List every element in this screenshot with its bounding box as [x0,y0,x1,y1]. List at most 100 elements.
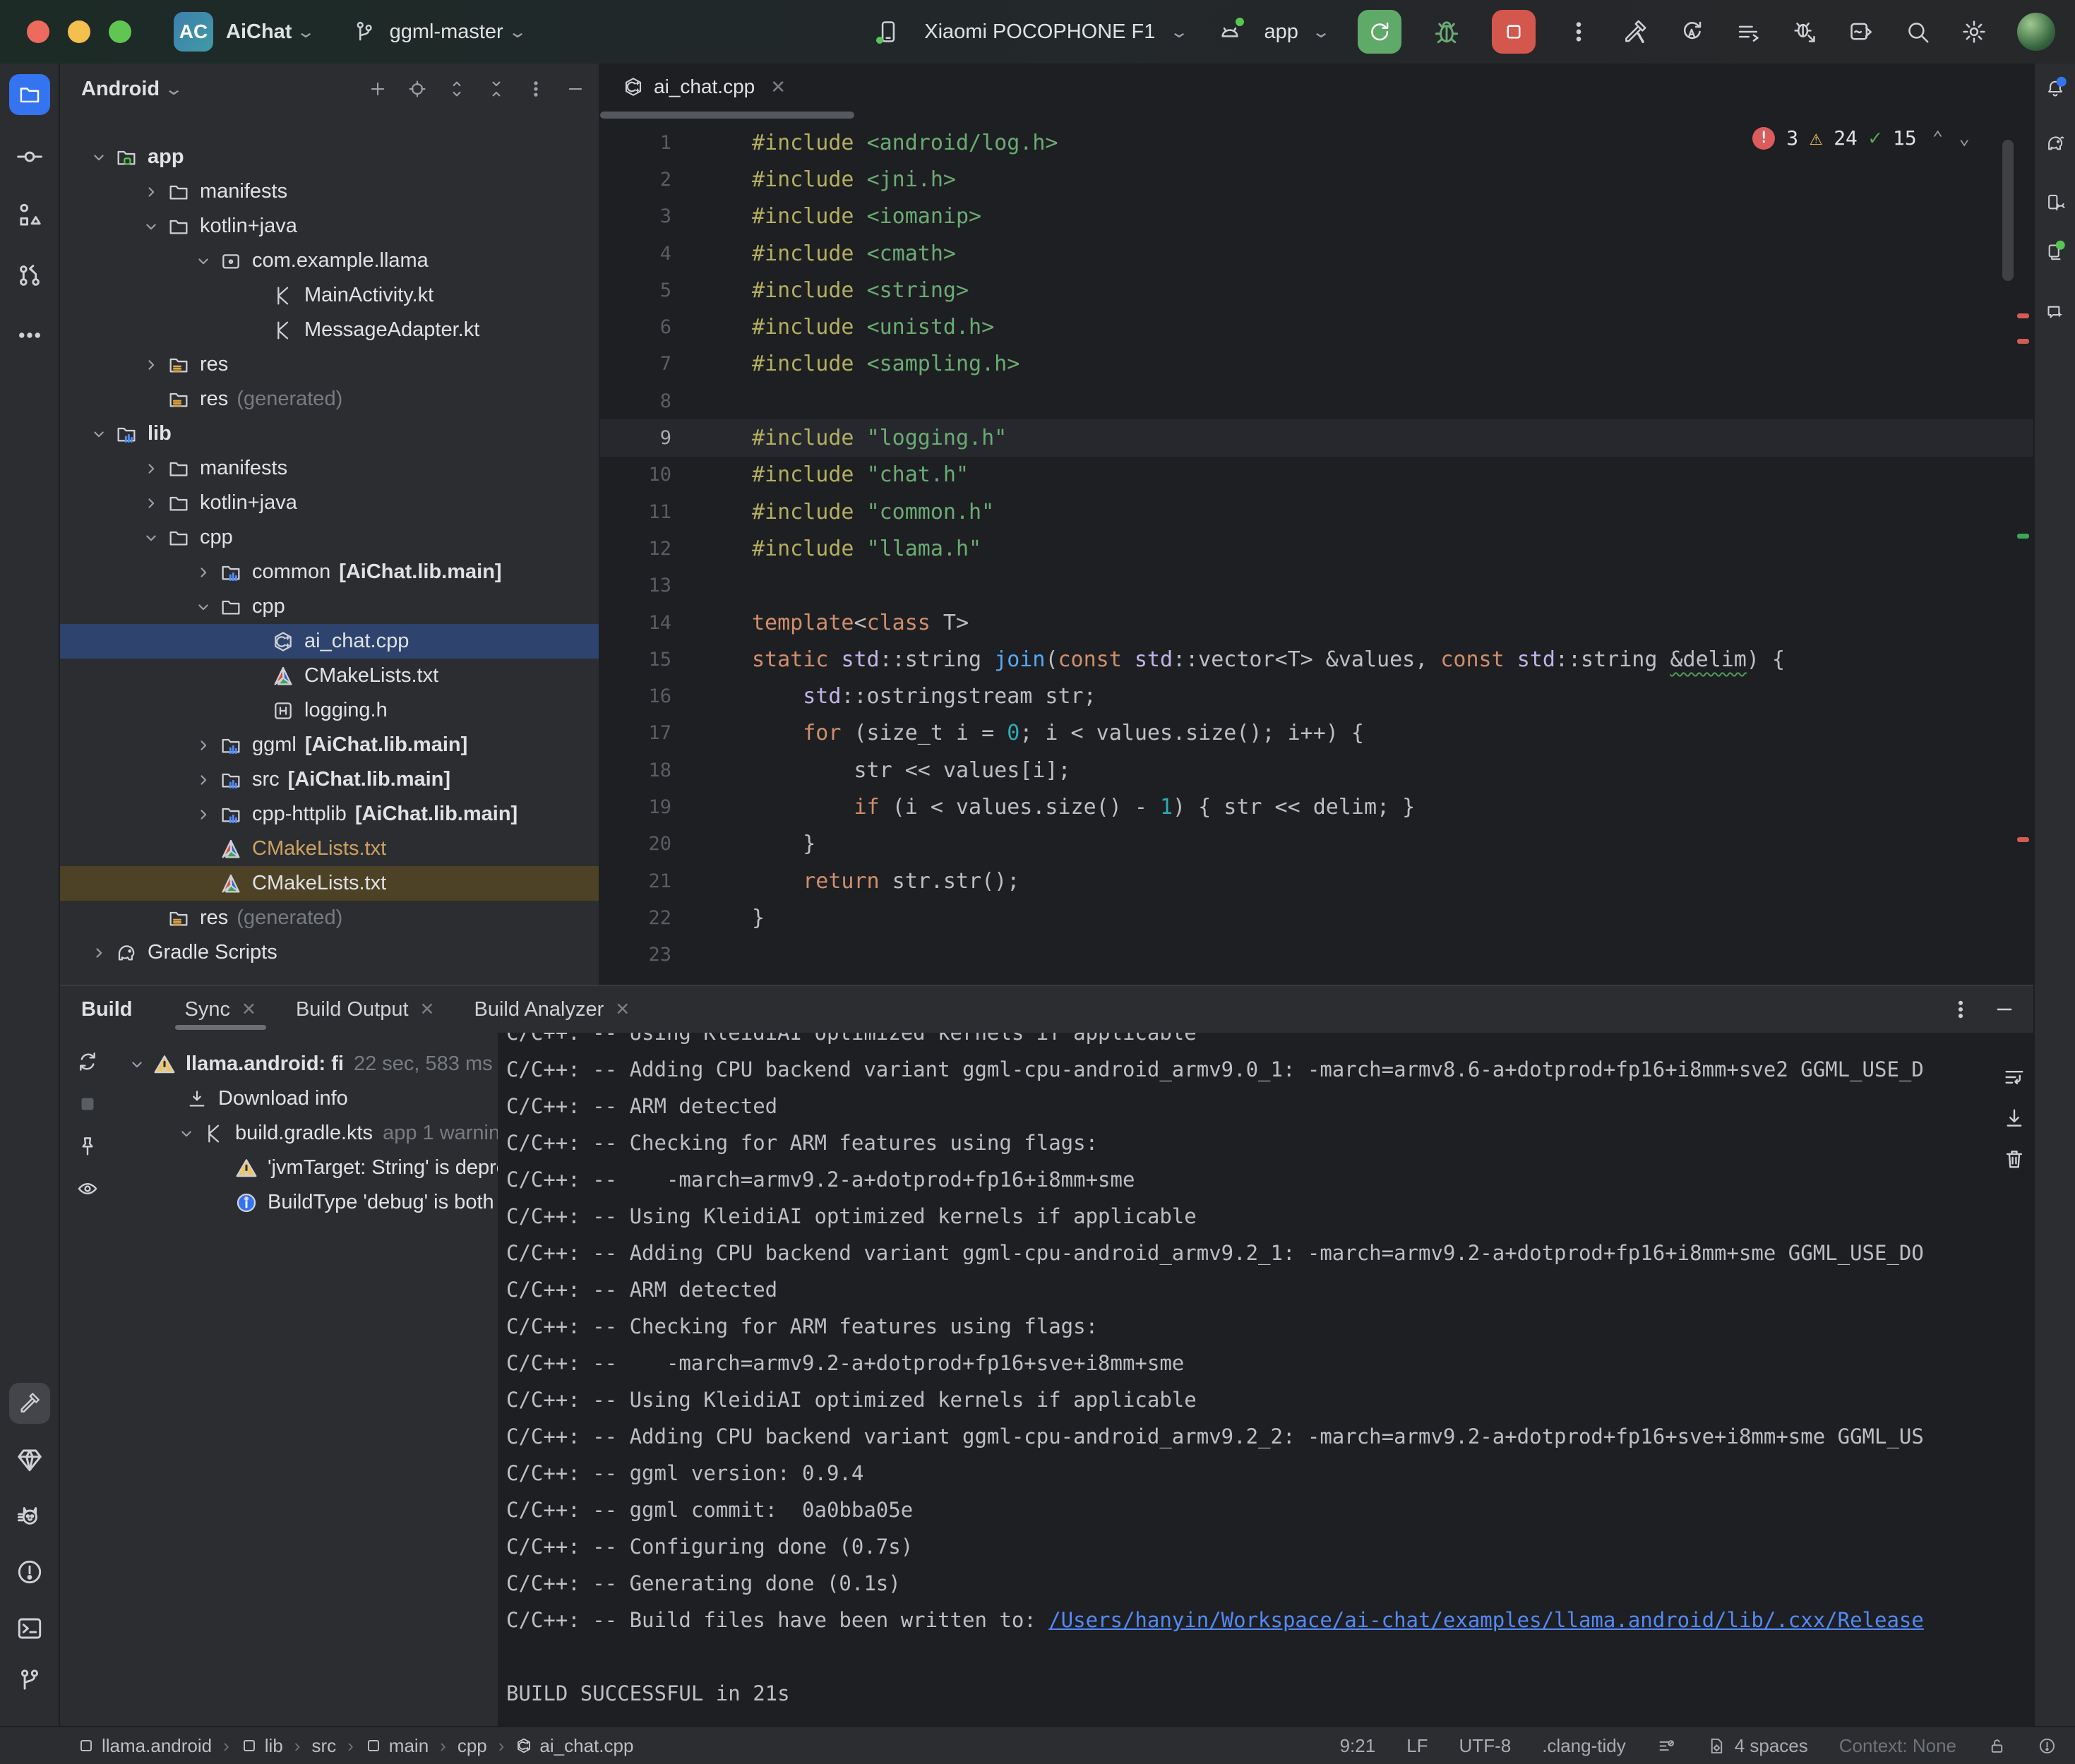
code-line[interactable]: 22} [600,899,2033,936]
indent-config[interactable]: 4 spaces [1707,1735,1808,1757]
gemini-tool-button[interactable] [2045,303,2065,323]
lock-icon[interactable] [1987,1736,2007,1756]
rerun-button[interactable] [1358,10,1401,54]
tree-row[interactable]: app [60,140,599,174]
breadcrumb-item[interactable]: cpp [458,1735,487,1757]
stop-process-icon[interactable] [76,1092,100,1116]
more-tool-windows-button[interactable] [15,320,44,350]
problem-indicator-icon[interactable] [2038,1736,2057,1756]
more-options-icon[interactable] [525,78,546,100]
tree-row[interactable]: CMakeLists.txt [60,659,599,693]
debug-icon[interactable] [1431,16,1462,47]
code-line[interactable]: 20 } [600,826,2033,863]
code-line[interactable]: 6#include <unistd.h> [600,308,2033,345]
gradle-tool-button[interactable] [2045,133,2065,154]
clear-log-icon[interactable] [2002,1147,2026,1171]
breadcrumb-item[interactable]: src [311,1735,336,1757]
problems-tool-button[interactable] [15,1557,44,1587]
collapse-all-icon[interactable] [486,78,507,100]
close-tab-icon[interactable]: ✕ [420,999,435,1020]
branch-selector[interactable]: ggml-master [390,20,503,44]
build-tab[interactable]: Sync✕ [165,986,276,1033]
tree-row[interactable]: MessageAdapter.kt [60,313,599,347]
attach-debugger-icon[interactable] [1791,18,1818,45]
tree-row[interactable]: ai_chat.cpp [60,624,599,659]
tree-row[interactable]: common[AiChat.lib.main] [60,555,599,589]
breadcrumb-item[interactable]: llama.android [78,1735,212,1757]
code-line[interactable]: 9#include "logging.h" [600,419,2033,456]
tree-row[interactable]: res(generated) [60,901,599,935]
tree-row[interactable]: res [60,347,599,382]
device-mirror-icon[interactable] [1848,18,1874,45]
tree-row[interactable]: cpp [60,520,599,555]
app-quality-insights-tool-button[interactable] [15,1445,44,1475]
code-line[interactable]: 4#include <cmath> [600,235,2033,272]
close-tab-icon[interactable]: ✕ [770,76,786,98]
tree-row[interactable]: cpp [60,589,599,624]
code-line[interactable]: 18 str << values[i]; [600,752,2033,788]
code-line[interactable]: 19 if (i < values.size() - 1) { str << d… [600,788,2033,825]
hide-panel-icon[interactable] [565,78,586,100]
tree-row[interactable]: res(generated) [60,382,599,416]
code-line[interactable]: 17 for (size_t i = 0; i < values.size();… [600,715,2033,752]
code-line[interactable]: 3#include <iomanip> [600,198,2033,235]
build-tree-row[interactable]: 'jvmTarget: String' is deprec [116,1151,498,1185]
code-line[interactable]: 5#include <string> [600,272,2033,308]
code-line[interactable]: 16 std::ostringstream str; [600,678,2033,714]
code-line[interactable]: 23 [600,937,2033,973]
code-line[interactable]: 13 [600,568,2033,604]
formatter-icon[interactable] [1657,1736,1676,1756]
commit-tool-button[interactable] [15,142,44,172]
build-tab[interactable]: Build Analyzer✕ [455,986,650,1033]
run-config-selector[interactable]: app ⌄ [1216,18,1329,45]
breadcrumb-item[interactable]: ai_chat.cpp [515,1735,633,1757]
refresh-icon[interactable] [76,1050,100,1074]
code-line[interactable]: 10#include "chat.h" [600,457,2033,493]
logcat-tool-button[interactable] [15,1503,44,1532]
locate-file-icon[interactable] [407,78,428,100]
build-tree-row[interactable]: llama.android: fi22 sec, 583 ms [116,1047,498,1081]
code-line[interactable]: 11#include "common.h" [600,493,2033,530]
tree-row[interactable]: kotlin+java [60,209,599,244]
code-line[interactable]: 15static std::string join(const std::vec… [600,641,2033,678]
minimize-window-button[interactable] [68,20,90,43]
prev-problem-icon[interactable]: ⌃ [1932,128,1944,149]
code-line[interactable]: 21 return str.str(); [600,863,2033,899]
version-control-tool-button[interactable] [15,1665,44,1695]
build-tool-button[interactable] [9,1383,50,1424]
build-tree-row[interactable]: BuildType 'debug' is both de [116,1185,498,1220]
terminal-tool-button[interactable] [15,1614,44,1643]
build-tree-row[interactable]: Download info [116,1081,498,1116]
build-tab[interactable]: Build Output✕ [276,986,455,1033]
settings-icon[interactable] [1961,18,1987,45]
notifications-tool-button[interactable] [2045,78,2065,99]
build-icon[interactable] [1622,18,1649,45]
tree-row[interactable]: lib [60,416,599,451]
filter-view-icon[interactable] [76,1177,100,1201]
pin-icon[interactable] [76,1134,100,1158]
maximize-window-button[interactable] [109,20,131,43]
code-line[interactable]: 8 [600,383,2033,419]
code-line[interactable]: 2#include <jni.h> [600,161,2033,198]
stop-button[interactable] [1492,10,1536,54]
tree-row[interactable]: ggml[AiChat.lib.main] [60,728,599,762]
close-tab-icon[interactable]: ✕ [615,999,630,1020]
context-indicator[interactable]: Context: None [1839,1735,1956,1757]
more-options-icon[interactable] [1949,997,1973,1021]
build-tree-row[interactable]: build.gradle.ktsapp 1 warning [116,1116,498,1151]
sync-project-icon[interactable] [1678,18,1705,45]
build-log[interactable]: C/C++: -- Using KleidiAI optimized kerne… [498,1033,2033,1726]
project-selector[interactable]: AiChat [226,20,292,44]
inspections-widget[interactable]: ! 3 ⚠ 24 ✓ 15 ⌃ ⌄ [1752,126,1970,150]
code-line[interactable]: 14template<class T> [600,604,2033,641]
tree-row[interactable]: manifests [60,451,599,486]
tree-row[interactable]: manifests [60,174,599,209]
analyzer-status[interactable]: .clang-tidy [1542,1735,1626,1757]
next-problem-icon[interactable]: ⌄ [1959,128,1970,149]
close-window-button[interactable] [27,20,49,43]
error-stripe-mark[interactable] [2017,534,2029,539]
structure-tool-button[interactable] [15,200,44,230]
project-view-selector[interactable]: Android [81,78,160,101]
editor-vertical-scrollbar[interactable] [2002,140,2014,281]
soft-wrap-icon[interactable] [2002,1065,2026,1089]
